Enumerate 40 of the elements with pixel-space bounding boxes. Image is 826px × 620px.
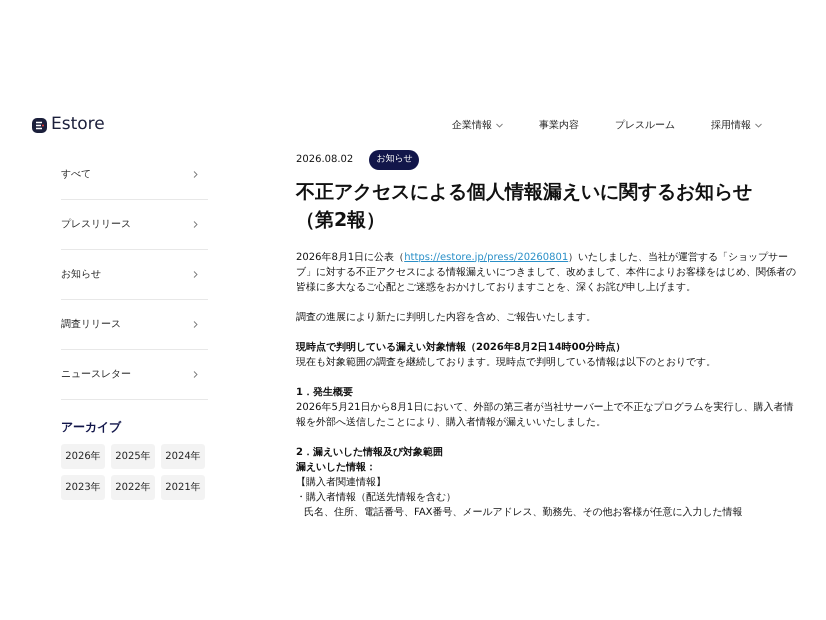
article-text: 2026年5月21日から8月1日において、外部の第三者が当社サーバー上で不正なプログラムを実行し、購入者情報を外部へ送信したことにより、購入者情報が漏えいいたしました。 xyxy=(296,400,794,430)
section-heading: 1．発生概要 xyxy=(296,386,354,400)
category-link[interactable]: お知らせ xyxy=(61,250,208,300)
nav-link[interactable]: プレスルーム xyxy=(615,118,675,132)
year-button[interactable]: 2025年 xyxy=(111,444,155,469)
year-button[interactable]: 2024年 xyxy=(161,444,205,469)
archive-heading: アーカイブ xyxy=(61,419,122,436)
article-text: 調査の進展により新たに判明した内容を含め、ご報告いたします。 xyxy=(296,310,597,324)
section-heading: 2．漏えいした情報及び対象範囲 xyxy=(296,445,444,460)
category-link[interactable]: すべて xyxy=(61,150,208,200)
logo-icon xyxy=(32,118,47,132)
year-button[interactable]: 2023年 xyxy=(61,475,105,500)
category-link[interactable]: 調査リリース xyxy=(61,300,208,350)
chevron-right-icon xyxy=(193,221,198,228)
year-button[interactable]: 2026年 xyxy=(61,444,105,469)
article-text: 現在も対象範囲の調査を継続しております。現時点で判明している情報は以下のとおりです。 xyxy=(296,356,717,370)
article-paragraph: 2026年8月1日に公表（https://estore.jp/press/20260801）いたしました、当社が運営する「ショップサーブ」に対する不正アクセスによる情報漏えいにつきまして、改めまして、本件によりお客様をはじめ、関係者の皆様に多大なるご心配とご迷惑をおかけしておりますことを、深くお詫び申し上げます。 xyxy=(296,250,796,294)
article-title: 不正アクセスによる個人情報漏えいに関するお知らせ（第2報） xyxy=(296,180,753,232)
chevron-down-icon xyxy=(496,122,503,128)
category-link[interactable]: ニュースレター xyxy=(61,350,208,400)
chevron-right-icon xyxy=(193,321,198,328)
section-heading: 漏えいした情報： xyxy=(296,460,377,474)
chevron-right-icon xyxy=(193,171,198,178)
article-text: ・購入者情報（配送先情報を含む） xyxy=(296,490,457,504)
article-text: 氏名、住所、電話番号、FAX番号、メールアドレス、勤務先、その他お客様が任意に入力した情報 xyxy=(303,506,744,518)
nav-link[interactable]: 企業情報 xyxy=(452,118,503,132)
article-link[interactable]: https://estore.jp/press/20260801 xyxy=(404,252,568,262)
year-button[interactable]: 2022年 xyxy=(111,475,155,500)
chevron-down-icon xyxy=(755,122,762,128)
article-text: 【購入者関連情報】 xyxy=(296,476,387,490)
category-badge: お知らせ xyxy=(369,150,420,170)
section-heading: 現時点で判明している漏えい対象情報（2026年8月2日14時00分時点） xyxy=(296,340,627,354)
logo-text[interactable]: Estore xyxy=(51,112,105,138)
category-link[interactable]: プレスリリース xyxy=(61,200,208,250)
article-date: 2026.08.02 xyxy=(296,153,354,168)
chevron-right-icon xyxy=(193,271,198,278)
year-button[interactable]: 2021年 xyxy=(161,475,205,500)
chevron-right-icon xyxy=(193,371,198,378)
nav-link[interactable]: 事業内容 xyxy=(539,118,579,132)
nav-link[interactable]: 採用情報 xyxy=(711,118,762,132)
